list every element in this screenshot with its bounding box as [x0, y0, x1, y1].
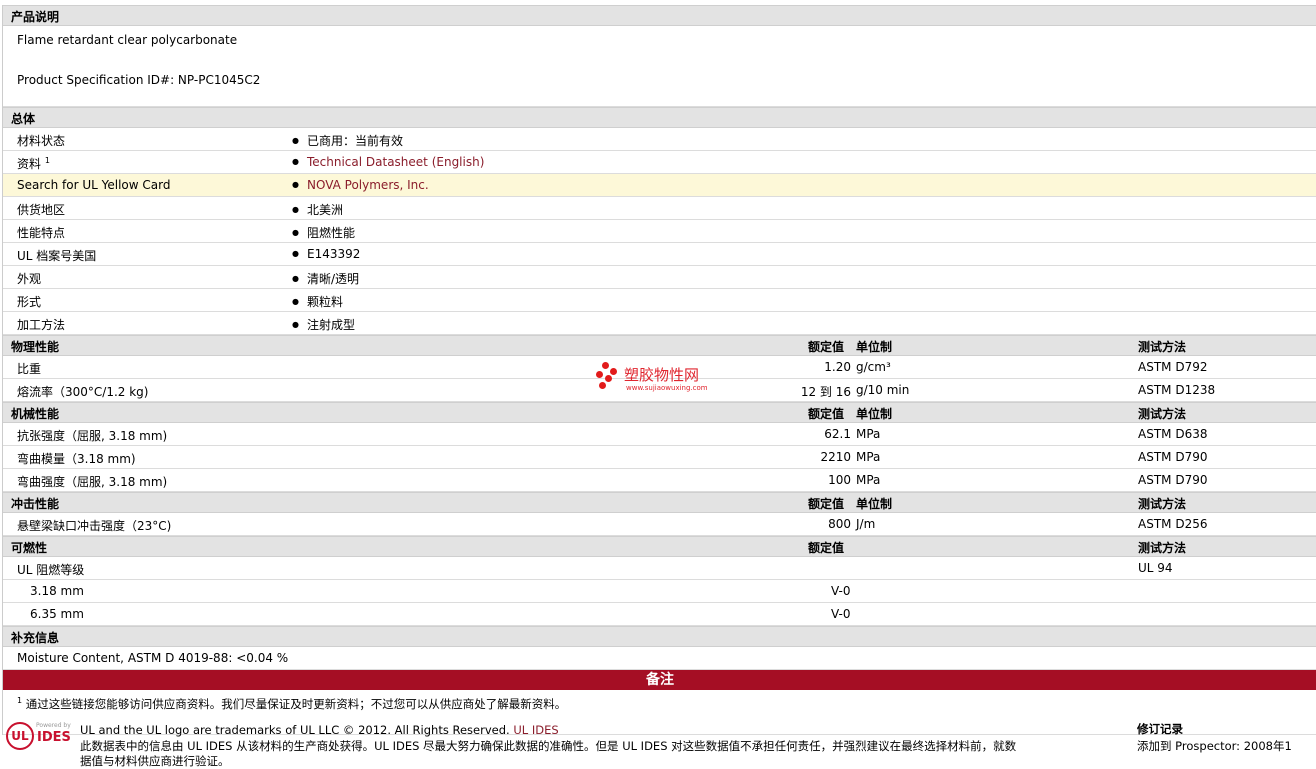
product-spec-id: Product Specification ID#: NP-PC1045C2 [17, 73, 261, 87]
section-flammability-header: 可燃性 额定值 测试方法 [3, 536, 1316, 557]
description-block: Flame retardant clear polycarbonate Prod… [3, 26, 1316, 107]
section-impact-header: 冲击性能 额定值 单位制 测试方法 [3, 492, 1316, 513]
flammability-row-rating: UL 阻燃等级 UL 94 [3, 557, 1316, 580]
disclaimer-text: 此数据表中的信息由 UL IDES 从该材料的生产商处获得。UL IDES 尽最… [80, 739, 1017, 753]
impact-row-izod: 悬壁梁缺口冲击强度（23°C) 800 J/m ASTM D256 [3, 513, 1316, 536]
supplier-link[interactable]: NOVA Polymers, Inc. [307, 178, 429, 192]
section-description-header: 产品说明 [3, 5, 1316, 26]
section-mechanical-header: 机械性能 额定值 单位制 测试方法 [3, 402, 1316, 423]
section-supplemental-header: 补充信息 [3, 626, 1316, 647]
ul-logo-icon: UL [6, 722, 34, 750]
mechanical-row-tensile: 抗张强度（屈服, 3.18 mm) 62.1 MPa ASTM D638 [3, 423, 1316, 446]
revision-added: 添加到 Prospector: 2008年1 [1137, 739, 1292, 753]
footer: UL Powered by IDES UL and the UL logo ar… [0, 716, 1316, 768]
ul-ides-link[interactable]: UL IDES [513, 723, 558, 737]
section-general-header: 总体 [3, 107, 1316, 128]
general-row-ul-file: UL 档案号美国 E143392 [3, 243, 1316, 266]
mechanical-row-flex-strength: 弯曲强度（屈服, 3.18 mm) 100 MPa ASTM D790 [3, 469, 1316, 492]
general-row-features: 性能特点 阻燃性能 [3, 220, 1316, 243]
disclaimer-text-2: 据值与材料供应商进行验证。 [80, 754, 230, 768]
description-text: Flame retardant clear polycarbonate [17, 33, 238, 47]
general-row-documents: 资料 1 Technical Datasheet (English) [3, 151, 1316, 174]
ides-logo: IDES [37, 730, 71, 745]
flammability-row-635: 6.35 mm V-0 [3, 603, 1316, 626]
ul-yellow-card-search[interactable]: Search for UL Yellow Card [17, 178, 170, 192]
general-row-status: 材料状态 已商用：当前有效 [3, 128, 1316, 151]
supplemental-row: Moisture Content, ASTM D 4019-88: <0.04 … [3, 647, 1316, 670]
general-row-processing: 加工方法 注射成型 [3, 312, 1316, 335]
trademark-text: UL and the UL logo are trademarks of UL … [80, 723, 559, 737]
general-row-appearance: 外观 清晰/透明 [3, 266, 1316, 289]
general-row-region: 供货地区 北美洲 [3, 197, 1316, 220]
revision-title: 修订记录 [1137, 722, 1183, 736]
mechanical-row-flex-modulus: 弯曲模量（3.18 mm) 2210 MPa ASTM D790 [3, 446, 1316, 469]
flammability-row-318: 3.18 mm V-0 [3, 580, 1316, 603]
technical-datasheet-link[interactable]: Technical Datasheet (English) [307, 155, 484, 169]
notes-banner: 备注 [3, 670, 1316, 690]
general-row-yellow-card: Search for UL Yellow Card NOVA Polymers,… [3, 174, 1316, 197]
section-physical-header: 物理性能 额定值 单位制 测试方法 [3, 335, 1316, 356]
general-row-form: 形式 颗粒料 [3, 289, 1316, 312]
